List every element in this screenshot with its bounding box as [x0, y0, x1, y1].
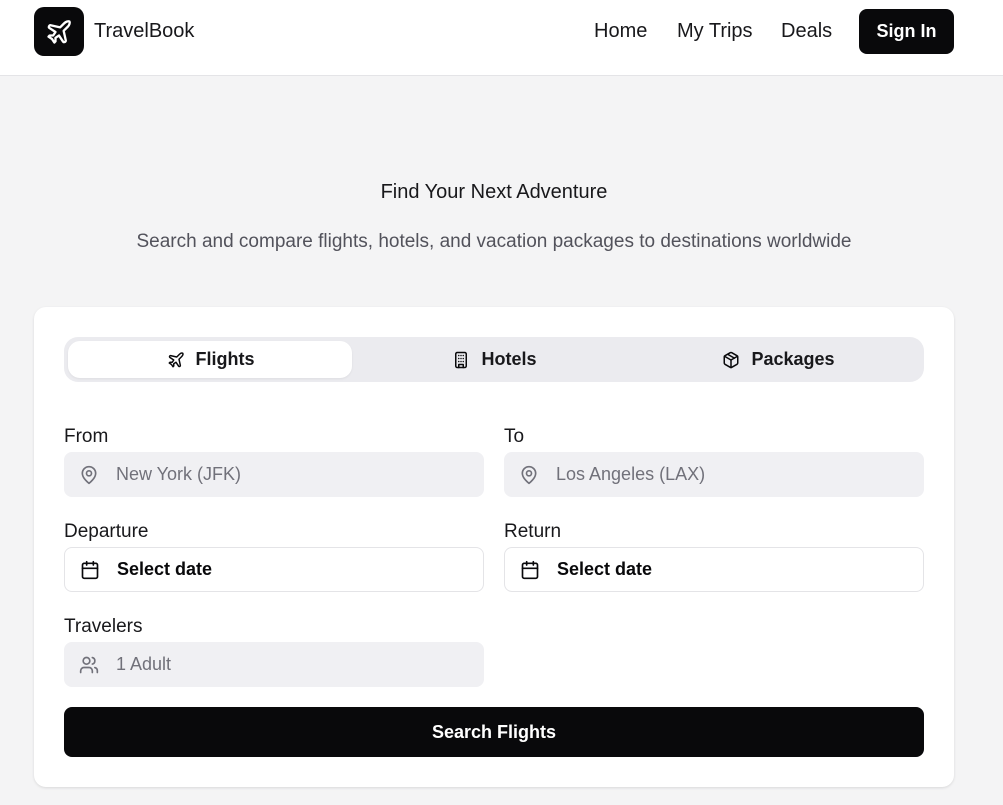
tab-hotels[interactable]: Hotels [352, 341, 636, 378]
nav-deals[interactable]: Deals [781, 20, 832, 43]
tab-label: Hotels [481, 349, 537, 369]
hero-title: Find Your Next Adventure [380, 181, 608, 203]
return-label: Return [504, 521, 562, 542]
nav-my-trips[interactable]: My Trips [677, 20, 753, 43]
brand-name: TravelBook [94, 20, 195, 42]
map-pin-icon [79, 465, 99, 485]
from-input[interactable]: New York (JFK) [64, 452, 484, 497]
from-label: From [64, 426, 109, 447]
search-flights-button[interactable]: Search Flights [64, 707, 924, 757]
travelers-input[interactable]: 1 Adult [64, 642, 484, 687]
travelers-label: Travelers [64, 616, 143, 637]
search-type-tabs: Flights Hotels Packages [64, 337, 924, 382]
logo[interactable] [34, 7, 84, 56]
to-placeholder: Los Angeles (LAX) [556, 464, 706, 484]
package-icon [721, 350, 741, 370]
users-icon [79, 655, 99, 675]
from-placeholder: New York (JFK) [116, 464, 242, 484]
site-header: TravelBook Home My Trips Deals Sign In [0, 0, 1003, 76]
travelers-placeholder: 1 Adult [116, 654, 172, 674]
search-card: Flights Hotels Packages From New York (J… [34, 307, 954, 787]
tab-flights[interactable]: Flights [68, 341, 352, 378]
map-pin-icon [519, 465, 539, 485]
tab-label: Packages [751, 349, 835, 369]
tab-label: Flights [195, 349, 255, 369]
plane-icon [45, 18, 73, 46]
calendar-icon [80, 560, 100, 580]
departure-date-picker[interactable]: Select date [64, 547, 484, 592]
nav-home[interactable]: Home [594, 20, 647, 43]
plane-icon [166, 350, 186, 370]
calendar-icon [520, 560, 540, 580]
to-label: To [504, 426, 525, 447]
return-date-picker[interactable]: Select date [504, 547, 924, 592]
building-icon [451, 350, 471, 370]
departure-label: Departure [64, 521, 149, 542]
hero-subtitle: Search and compare flights, hotels, and … [136, 231, 852, 252]
tab-packages[interactable]: Packages [636, 341, 920, 378]
return-value: Select date [557, 559, 653, 579]
sign-in-button[interactable]: Sign In [859, 9, 954, 54]
departure-value: Select date [117, 559, 213, 579]
to-input[interactable]: Los Angeles (LAX) [504, 452, 924, 497]
